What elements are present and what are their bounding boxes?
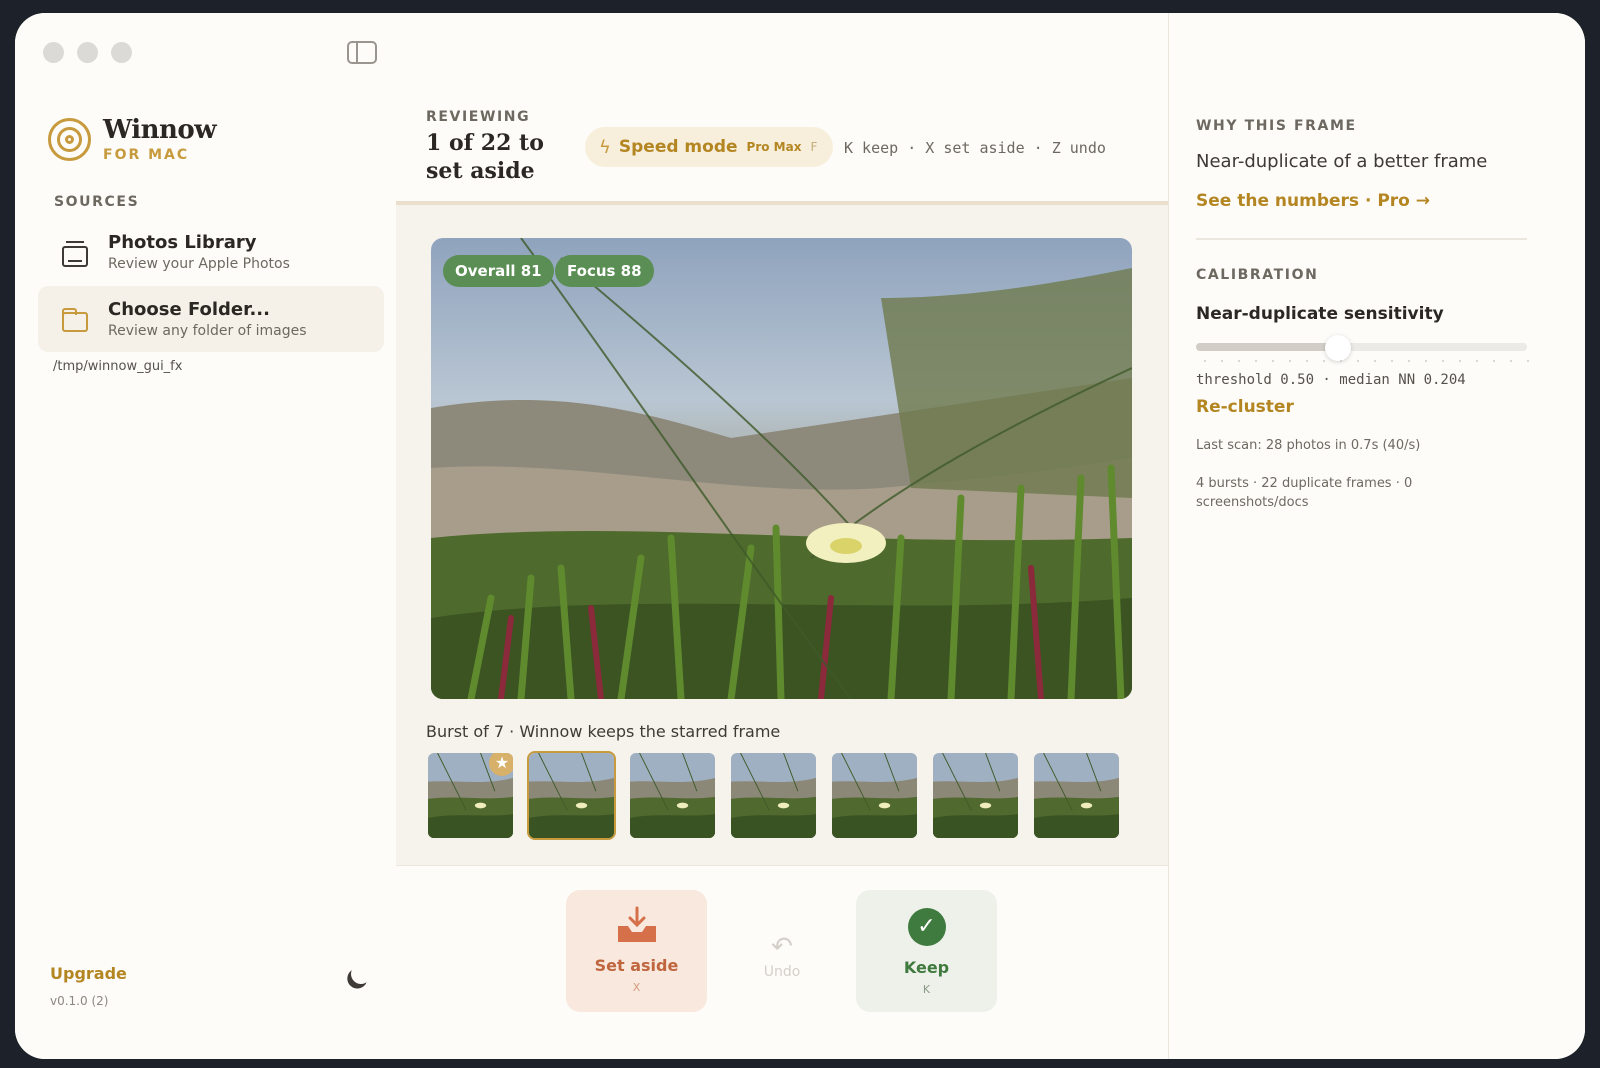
slider-tick [1255,360,1257,362]
reviewing-label: REVIEWING [426,109,531,125]
slider-tick [1306,360,1308,362]
app-window: Winnow FOR MAC SOURCES Photos Library Re… [15,13,1585,1059]
last-scan-info: Last scan: 28 photos in 0.7s (40/s) [1196,438,1421,453]
checkmark-icon: ✓ [907,908,946,946]
slider-tick [1442,360,1444,362]
photo-library-icon [62,240,88,267]
main-photo: Overall 81 Focus 88 [431,238,1132,699]
scan-stats: 4 bursts · 22 duplicate frames · 0 scree… [1196,476,1413,510]
sidebar: Winnow FOR MAC SOURCES Photos Library Re… [15,13,405,1059]
winnow-logo-icon [48,117,91,161]
slider-tick [1323,360,1325,362]
zoom-window-button[interactable] [111,42,132,63]
upgrade-link[interactable]: Upgrade [50,964,127,983]
folder-icon [62,308,88,332]
undo-icon: ↶ [771,932,793,962]
slider-tick [1204,360,1206,362]
source-description: Review your Apple Photos [108,256,290,272]
source-title: Photos Library [108,232,257,253]
brand: Winnow FOR MAC [48,115,217,163]
slider-tick [1289,360,1291,362]
source-description: Review any folder of images [108,323,307,339]
source-title: Choose Folder... [108,299,270,320]
calibration-heading: CALIBRATION [1196,267,1319,283]
review-header: REVIEWING 1 of 22 to set aside ϟ Speed m… [396,13,1168,201]
set-aside-label: Set aside [594,956,679,975]
close-window-button[interactable] [43,42,64,63]
why-this-frame-heading: WHY THIS FRAME [1196,118,1357,134]
action-bar: Set aside X ↶ Undo ✓ Keep K [396,866,1168,1059]
slider-tick [1476,360,1478,362]
burst-thumbnail[interactable] [527,751,616,840]
version-label: v0.1.0 (2) [50,994,109,1008]
inspector-panel: WHY THIS FRAME Near-duplicate of a bette… [1168,13,1585,1059]
burst-thumbnail[interactable] [628,751,717,840]
undo-label: Undo [763,964,801,980]
recluster-button[interactable]: Re-cluster [1196,397,1294,417]
see-numbers-link[interactable]: See the numbers · Pro → [1196,191,1430,211]
moon-icon[interactable] [348,961,374,987]
keep-shortcut: K [922,983,931,996]
speed-mode-button[interactable]: ϟ Speed mode Pro Max F [585,127,834,167]
pro-max-badge: Pro Max [746,140,802,154]
photo-stage: Overall 81 Focus 88 Burst of 7 · Winnow … [396,201,1168,866]
set-aside-shortcut: X [632,981,641,994]
divider [1196,238,1527,240]
slider-tick [1340,360,1342,362]
app-name: Winnow [103,115,217,145]
sensitivity-slider[interactable] [1196,335,1527,361]
app-subtitle: FOR MAC [103,147,190,163]
burst-thumbnail[interactable] [931,751,1020,840]
slider-tick [1374,360,1376,362]
focus-score-badge: Focus 88 [555,255,654,287]
slider-tick [1493,360,1495,362]
speed-mode-shortcut: F [810,140,818,154]
slider-tick [1510,360,1512,362]
burst-thumbnail[interactable] [830,751,919,840]
window-controls [43,42,132,63]
sidebar-item-choose-folder[interactable]: Choose Folder... Review any folder of im… [38,286,384,352]
slider-tick [1408,360,1410,362]
overall-score-badge: Overall 81 [443,255,554,287]
minimize-window-button[interactable] [77,42,98,63]
slider-tick [1357,360,1359,362]
why-reason: Near-duplicate of a better frame [1196,151,1488,172]
set-aside-button[interactable]: Set aside X [566,890,707,1012]
sidebar-toggle-icon[interactable] [347,41,377,64]
slider-tick [1238,360,1240,362]
slider-tick [1221,360,1223,362]
slider-tick [1459,360,1461,362]
burst-thumbnail[interactable]: ★ [426,751,515,840]
bolt-icon: ϟ [599,136,611,158]
undo-button[interactable]: ↶ Undo [752,934,812,980]
star-icon: ★ [489,753,513,776]
slider-ticks [1196,360,1529,364]
speed-mode-label: Speed mode [618,137,738,157]
sensitivity-label: Near-duplicate sensitivity [1196,304,1444,324]
slider-tick [1391,360,1393,362]
sidebar-item-photos-library[interactable]: Photos Library Review your Apple Photos [38,219,384,285]
slider-tick [1527,360,1529,362]
burst-thumbnail[interactable] [729,751,818,840]
burst-thumbnail[interactable] [1032,751,1121,840]
burst-thumbnails: ★ [426,751,1121,840]
folder-path: /tmp/winnow_gui_fx [53,359,183,374]
keep-label: Keep [903,958,950,977]
slider-tick [1425,360,1427,362]
slider-fill [1196,343,1339,351]
keep-button[interactable]: ✓ Keep K [856,890,997,1012]
sources-heading: SOURCES [54,194,140,210]
shortcut-hint: K keep · X set aside · Z undo [844,139,1106,157]
burst-caption: Burst of 7 · Winnow keeps the starred fr… [426,722,781,741]
slider-thumb[interactable] [1325,335,1352,361]
review-count: 1 of 22 to set aside [426,130,544,184]
slider-tick [1272,360,1274,362]
tray-download-icon [614,906,660,946]
review-area: REVIEWING 1 of 22 to set aside ϟ Speed m… [396,13,1168,1059]
threshold-readout: threshold 0.50 · median NN 0.204 [1196,372,1466,388]
